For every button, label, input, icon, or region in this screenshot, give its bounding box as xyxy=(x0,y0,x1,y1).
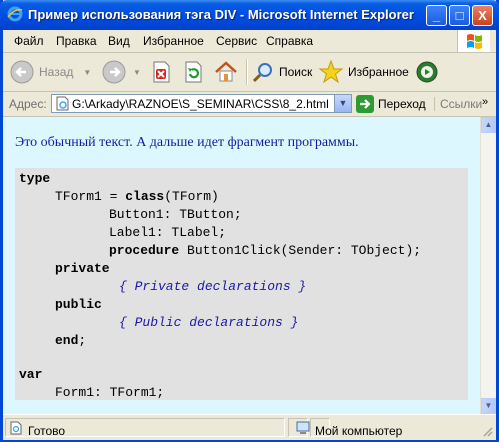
resize-grip-icon[interactable] xyxy=(481,425,493,437)
media-icon xyxy=(416,61,438,83)
code-block: type TForm1 = class(TForm) Button1: TBut… xyxy=(15,168,468,400)
ie-logo-icon xyxy=(7,6,23,22)
code-line: end; xyxy=(55,333,87,348)
ie-window: Пример использования тэга DIV - Microsof… xyxy=(0,0,499,442)
back-label: Назад xyxy=(39,65,74,79)
menu-tools[interactable]: Сервис xyxy=(216,34,257,48)
windows-flag-icon xyxy=(457,30,490,52)
page-content: Это обычный текст. А дальше идет фрагмен… xyxy=(3,117,480,414)
code-line: TForm1 = class(TForm) xyxy=(55,189,219,204)
refresh-button[interactable] xyxy=(181,58,205,86)
stop-icon xyxy=(153,61,170,83)
standard-toolbar: Назад ▼ ▼ Поиск Избранное xyxy=(3,53,496,92)
title-bar[interactable]: Пример использования тэга DIV - Microsof… xyxy=(0,0,499,30)
address-bar: Адрес: G:\Arkady\RAZNOE\S_SEMINAR\CSS\8_… xyxy=(3,92,496,117)
status-bar: Готово Мой компьютер xyxy=(3,414,496,440)
forward-dropdown-icon[interactable]: ▼ xyxy=(133,68,141,77)
menu-view[interactable]: Вид xyxy=(108,34,130,48)
zone-text: Мой компьютер xyxy=(315,424,403,438)
media-button[interactable] xyxy=(414,58,440,86)
stop-button[interactable] xyxy=(149,58,173,86)
refresh-icon xyxy=(185,61,202,83)
menu-file[interactable]: Файл xyxy=(14,34,44,48)
back-arrow-icon xyxy=(10,60,34,84)
code-line: Label1: TLabel; xyxy=(109,225,227,240)
search-label: Поиск xyxy=(279,65,313,79)
back-dropdown-icon[interactable]: ▼ xyxy=(83,68,91,77)
menu-bar: Файл Правка Вид Избранное Сервис Справка xyxy=(3,30,496,53)
search-button[interactable]: Поиск xyxy=(251,58,312,86)
scroll-down-icon[interactable]: ▼ xyxy=(481,398,496,414)
minimize-button[interactable]: _ xyxy=(426,5,447,26)
favorites-label: Избранное xyxy=(348,65,409,79)
code-line: Button1: TButton; xyxy=(109,207,242,222)
links-more-icon[interactable]: » xyxy=(482,96,488,108)
go-label: Переход xyxy=(378,97,426,111)
go-arrow-icon xyxy=(356,95,374,113)
vertical-scrollbar[interactable]: ▲ ▼ xyxy=(480,117,496,414)
toolbar-separator xyxy=(246,59,248,85)
menu-favorites[interactable]: Избранное xyxy=(143,34,204,48)
address-dropdown-icon[interactable]: ▼ xyxy=(334,95,351,112)
address-input[interactable]: G:\Arkady\RAZNOE\S_SEMINAR\CSS\8_2.html … xyxy=(51,94,352,113)
back-button[interactable]: Назад ▼ xyxy=(9,58,91,86)
scroll-up-icon[interactable]: ▲ xyxy=(481,117,496,133)
status-text: Готово xyxy=(28,424,66,438)
code-line: private xyxy=(55,261,110,276)
code-line: Form1: TForm1; xyxy=(55,385,165,400)
maximize-button[interactable]: □ xyxy=(449,5,470,26)
menu-edit[interactable]: Правка xyxy=(56,34,97,48)
page-status-icon xyxy=(10,421,22,435)
code-line: public xyxy=(55,297,102,312)
close-button[interactable]: X xyxy=(472,5,493,26)
code-line: var xyxy=(19,367,43,382)
home-icon xyxy=(215,61,237,82)
search-icon xyxy=(252,63,272,83)
links-button[interactable]: Ссылки xyxy=(434,97,482,111)
intro-text: Это обычный текст. А дальше идет фрагмен… xyxy=(15,135,359,150)
forward-arrow-icon xyxy=(102,60,126,84)
code-line: { Private declarations } xyxy=(119,279,307,294)
menu-help[interactable]: Справка xyxy=(266,34,313,48)
my-computer-icon xyxy=(296,421,310,434)
favorites-star-icon xyxy=(318,59,344,84)
window-title: Пример использования тэга DIV - Microsof… xyxy=(28,7,414,22)
favorites-button[interactable]: Избранное xyxy=(318,58,409,86)
home-button[interactable] xyxy=(213,58,239,86)
page-icon xyxy=(56,96,69,111)
code-line: type xyxy=(19,171,51,186)
forward-button[interactable]: ▼ xyxy=(101,58,141,86)
go-button[interactable]: Переход xyxy=(356,95,426,113)
address-value: G:\Arkady\RAZNOE\S_SEMINAR\CSS\8_2.html xyxy=(72,97,329,111)
code-line: procedure Button1Click(Sender: TObject); xyxy=(109,243,422,258)
address-label: Адрес: xyxy=(9,97,47,111)
code-line: { Public declarations } xyxy=(119,315,299,330)
